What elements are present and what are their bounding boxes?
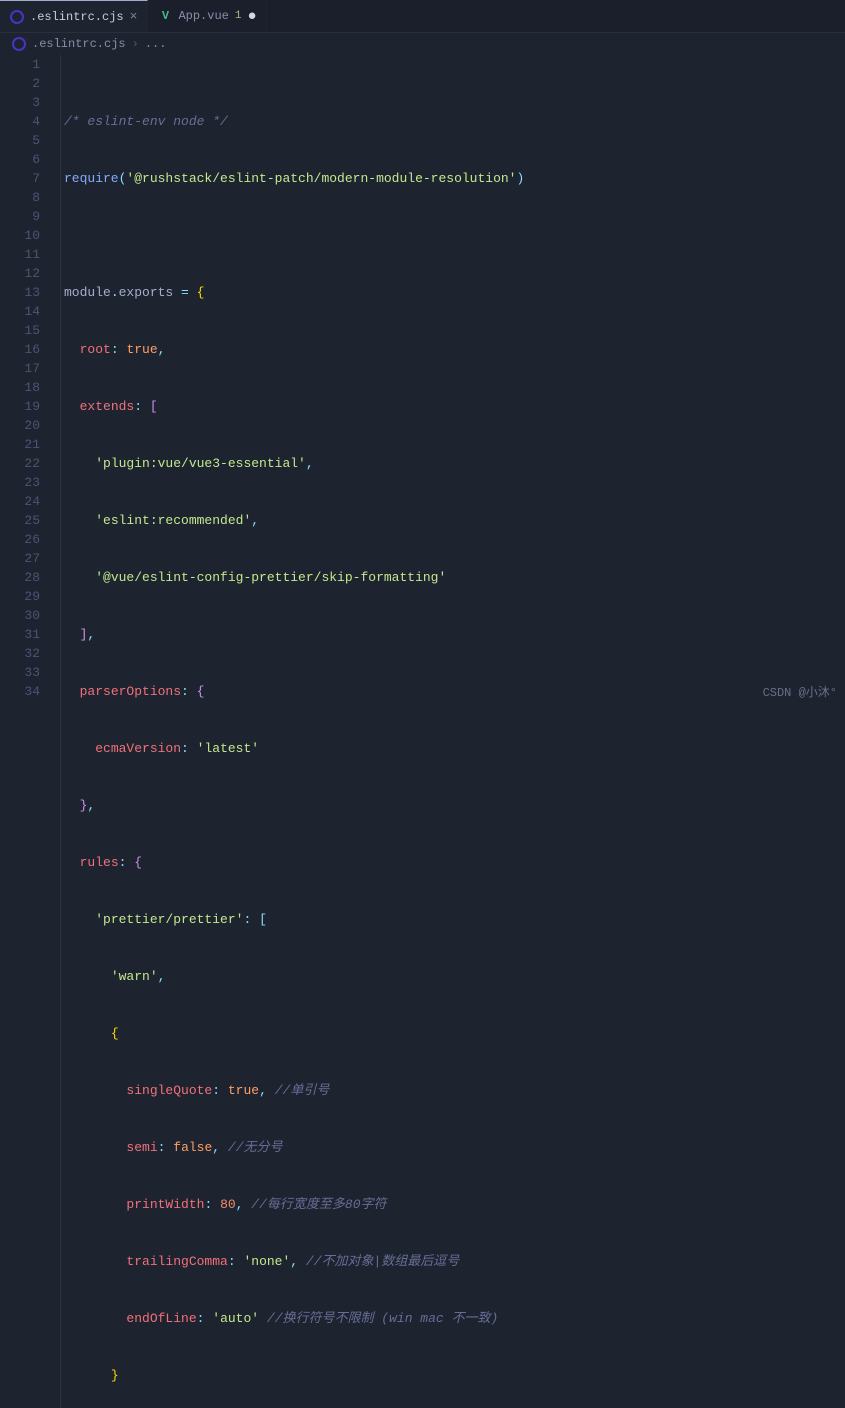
- chevron-right-icon: ›: [132, 37, 139, 51]
- code-editor[interactable]: 1234567891011121314151617181920212223242…: [0, 55, 845, 1408]
- tab-eslintrc[interactable]: .eslintrc.cjs ×: [0, 0, 148, 32]
- vue-icon: V: [158, 9, 172, 23]
- dirty-dot-icon: ●: [247, 8, 256, 25]
- breadcrumb-more: ...: [145, 37, 167, 51]
- code-content[interactable]: /* eslint-env node */ require('@rushstac…: [60, 55, 845, 1408]
- breadcrumb[interactable]: .eslintrc.cjs › ...: [0, 33, 845, 55]
- tab-label: .eslintrc.cjs: [30, 10, 124, 24]
- eslint-icon: [10, 10, 24, 24]
- breadcrumb-file: .eslintrc.cjs: [32, 37, 126, 51]
- editor-tabs: .eslintrc.cjs × V App.vue 1 ●: [0, 0, 845, 33]
- modified-badge: 1: [235, 10, 242, 22]
- tab-app-vue[interactable]: V App.vue 1 ●: [148, 0, 267, 32]
- line-numbers: 1234567891011121314151617181920212223242…: [0, 55, 60, 1408]
- close-icon[interactable]: ×: [130, 9, 138, 24]
- watermark: CSDN @小沐°: [763, 683, 837, 700]
- eslint-icon: [12, 37, 26, 51]
- tab-label: App.vue: [178, 9, 228, 23]
